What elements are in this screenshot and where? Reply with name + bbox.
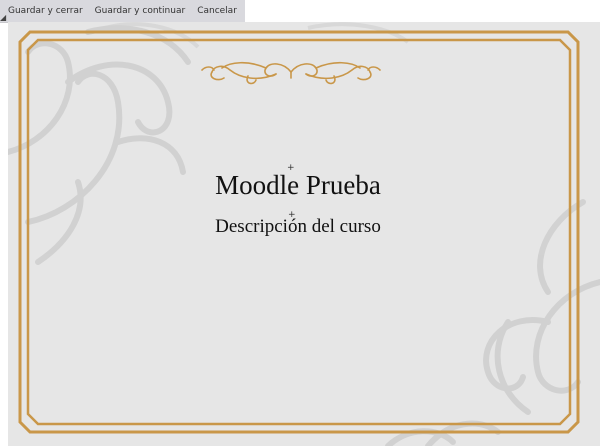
certificate-description[interactable]: Descripción del curso bbox=[8, 216, 588, 238]
save-and-close-button[interactable]: Guardar y cerrar bbox=[2, 0, 89, 22]
cancel-button[interactable]: Cancelar bbox=[191, 0, 243, 22]
corner-ornament-bottom-right-icon bbox=[385, 199, 600, 446]
top-flourish-icon bbox=[201, 61, 381, 85]
resize-handle-icon: ◢ bbox=[0, 13, 7, 22]
top-ornament-light-icon bbox=[97, 22, 410, 49]
save-and-continue-button[interactable]: Guardar y continuar bbox=[89, 0, 192, 22]
title-anchor-icon[interactable]: + bbox=[287, 164, 295, 173]
editor-toolbar: Guardar y cerrar Guardar y continuar Can… bbox=[0, 0, 245, 23]
certificate-canvas: Moodle Prueba + Descripción del curso + bbox=[8, 22, 600, 446]
description-anchor-icon[interactable]: + bbox=[288, 211, 296, 220]
certificate-title[interactable]: Moodle Prueba bbox=[8, 170, 588, 201]
